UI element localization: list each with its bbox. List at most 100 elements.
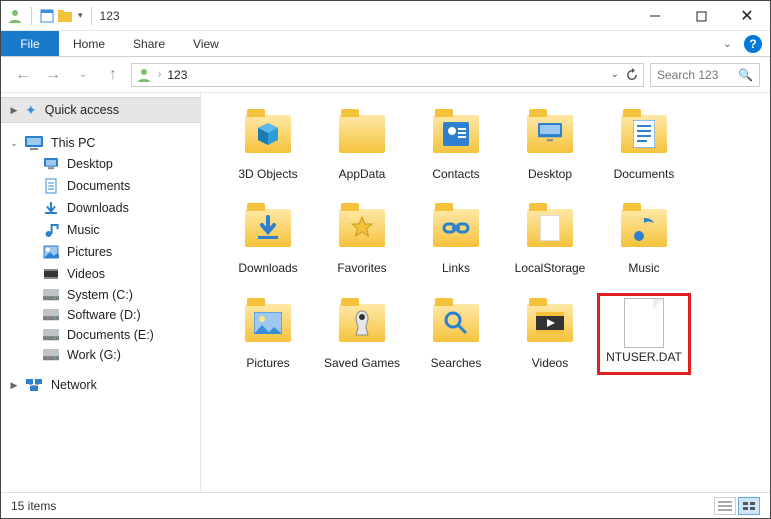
- folder-item[interactable]: Pictures: [226, 298, 310, 370]
- drive-icon: [43, 329, 59, 340]
- folder-item[interactable]: Saved Games: [320, 298, 404, 370]
- search-box[interactable]: 🔍: [650, 63, 760, 87]
- folder-item[interactable]: Contacts: [414, 109, 498, 181]
- tab-home[interactable]: Home: [59, 31, 119, 56]
- folder-icon: [245, 209, 291, 247]
- item-label: Contacts: [414, 167, 498, 181]
- item-label: Documents: [602, 167, 686, 181]
- folder-item[interactable]: Documents: [602, 109, 686, 181]
- sidebar-item-label: Music: [67, 223, 100, 237]
- file-tab[interactable]: File: [1, 31, 59, 56]
- tree-expander-icon[interactable]: ▶: [9, 380, 19, 391]
- view-icons-button[interactable]: [738, 497, 760, 515]
- item-label: LocalStorage: [508, 261, 592, 275]
- folder-icon: [339, 209, 385, 247]
- refresh-icon[interactable]: [625, 68, 639, 82]
- sidebar-item[interactable]: Documents: [1, 175, 200, 197]
- folder-icon: [433, 115, 479, 153]
- sidebar-item[interactable]: System (C:): [1, 285, 200, 305]
- folder-icon: [527, 209, 573, 247]
- folder-icon: [339, 304, 385, 342]
- sidebar-item-label: Documents: [67, 179, 130, 193]
- sidebar-item-label: Network: [51, 378, 97, 392]
- item-label: Music: [602, 261, 686, 275]
- item-label: Links: [414, 261, 498, 275]
- sidebar-item-label: Quick access: [45, 103, 119, 117]
- folder-icon: [433, 209, 479, 247]
- content-pane[interactable]: 3D Objects AppData Contacts Desktop Document…: [201, 93, 770, 492]
- nav-back-button[interactable]: ←: [11, 63, 35, 87]
- sidebar-item[interactable]: Software (D:): [1, 305, 200, 325]
- sidebar-item[interactable]: Work (G:): [1, 345, 200, 365]
- drive-icon: [43, 309, 59, 320]
- folder-item[interactable]: Music: [602, 203, 686, 275]
- item-label: NTUSER.DAT: [602, 350, 686, 364]
- folder-icon: [339, 115, 385, 153]
- breadcrumb[interactable]: 123: [167, 68, 187, 82]
- view-details-button[interactable]: [714, 497, 736, 515]
- item-label: AppData: [320, 167, 404, 181]
- file-item[interactable]: NTUSER.DAT: [602, 298, 686, 370]
- folder-item[interactable]: Downloads: [226, 203, 310, 275]
- window-title: 123: [100, 9, 120, 23]
- sidebar-item[interactable]: Downloads: [1, 197, 200, 219]
- sidebar-item[interactable]: Videos: [1, 263, 200, 285]
- sidebar-item-label: This PC: [51, 136, 95, 150]
- sidebar-item-label: Desktop: [67, 157, 113, 171]
- address-dropdown-icon[interactable]: ⌄: [611, 69, 619, 80]
- nav-bar: ← → ⌄ ↑ › 123 ⌄ 🔍: [1, 57, 770, 93]
- qat-properties-icon[interactable]: [40, 9, 54, 23]
- sidebar-item[interactable]: Desktop: [1, 153, 200, 175]
- help-icon[interactable]: ?: [744, 35, 762, 53]
- qat-dropdown-icon[interactable]: ▾: [78, 10, 83, 21]
- titlebar: ▾ 123 ✕: [1, 1, 770, 31]
- nav-forward-button[interactable]: →: [41, 63, 65, 87]
- folder-item[interactable]: Favorites: [320, 203, 404, 275]
- ribbon-expand-icon[interactable]: ⌄: [723, 37, 732, 50]
- tree-expander-icon[interactable]: ⌄: [9, 138, 19, 149]
- folder-item[interactable]: Links: [414, 203, 498, 275]
- this-pc-icon: [25, 136, 43, 150]
- folder-icon: [621, 209, 667, 247]
- item-label: 3D Objects: [226, 167, 310, 181]
- explorer-window: ▾ 123 ✕ File Home Share View ⌄ ? ← → ⌄ ↑: [0, 0, 771, 519]
- minimize-button[interactable]: [632, 1, 678, 31]
- item-label: Desktop: [508, 167, 592, 181]
- folder-item[interactable]: Desktop: [508, 109, 592, 181]
- address-bar[interactable]: › 123 ⌄: [131, 63, 644, 87]
- qat-newfolder-icon[interactable]: [58, 9, 74, 23]
- item-label: Videos: [508, 356, 592, 370]
- folder-item[interactable]: AppData: [320, 109, 404, 181]
- close-button[interactable]: ✕: [724, 1, 770, 31]
- nav-up-button[interactable]: ↑: [101, 63, 125, 87]
- videos-icon: [43, 266, 59, 282]
- sidebar-item[interactable]: Documents (E:): [1, 325, 200, 345]
- tab-view[interactable]: View: [179, 31, 233, 56]
- folder-item[interactable]: Videos: [508, 298, 592, 370]
- maximize-button[interactable]: [678, 1, 724, 31]
- folder-icon: [527, 304, 573, 342]
- nav-recent-dropdown[interactable]: ⌄: [71, 63, 95, 87]
- sidebar-item-label: Work (G:): [67, 348, 121, 362]
- sidebar-item-label: Software (D:): [67, 308, 141, 322]
- sidebar-network[interactable]: ▶ Network: [1, 375, 200, 395]
- drive-icon: [43, 289, 59, 300]
- folder-icon: [245, 304, 291, 342]
- folder-item[interactable]: Searches: [414, 298, 498, 370]
- search-icon: 🔍: [738, 68, 753, 82]
- sidebar-item[interactable]: Pictures: [1, 241, 200, 263]
- folder-item[interactable]: LocalStorage: [508, 203, 592, 275]
- sidebar-this-pc[interactable]: ⌄ This PC: [1, 133, 200, 153]
- sidebar-item[interactable]: Music: [1, 219, 200, 241]
- nav-pane: ▶ ✦ Quick access ⌄ This PC Desktop Docum…: [1, 93, 201, 492]
- folder-icon: [245, 115, 291, 153]
- tab-share[interactable]: Share: [119, 31, 179, 56]
- sidebar-item-label: Videos: [67, 267, 105, 281]
- tree-expander-icon[interactable]: ▶: [9, 105, 19, 116]
- drive-icon: [43, 349, 59, 360]
- sidebar-quick-access[interactable]: ▶ ✦ Quick access: [1, 97, 200, 123]
- breadcrumb-sep: ›: [158, 69, 161, 80]
- desktop-icon: [43, 156, 59, 172]
- folder-item[interactable]: 3D Objects: [226, 109, 310, 181]
- search-input[interactable]: [657, 68, 732, 82]
